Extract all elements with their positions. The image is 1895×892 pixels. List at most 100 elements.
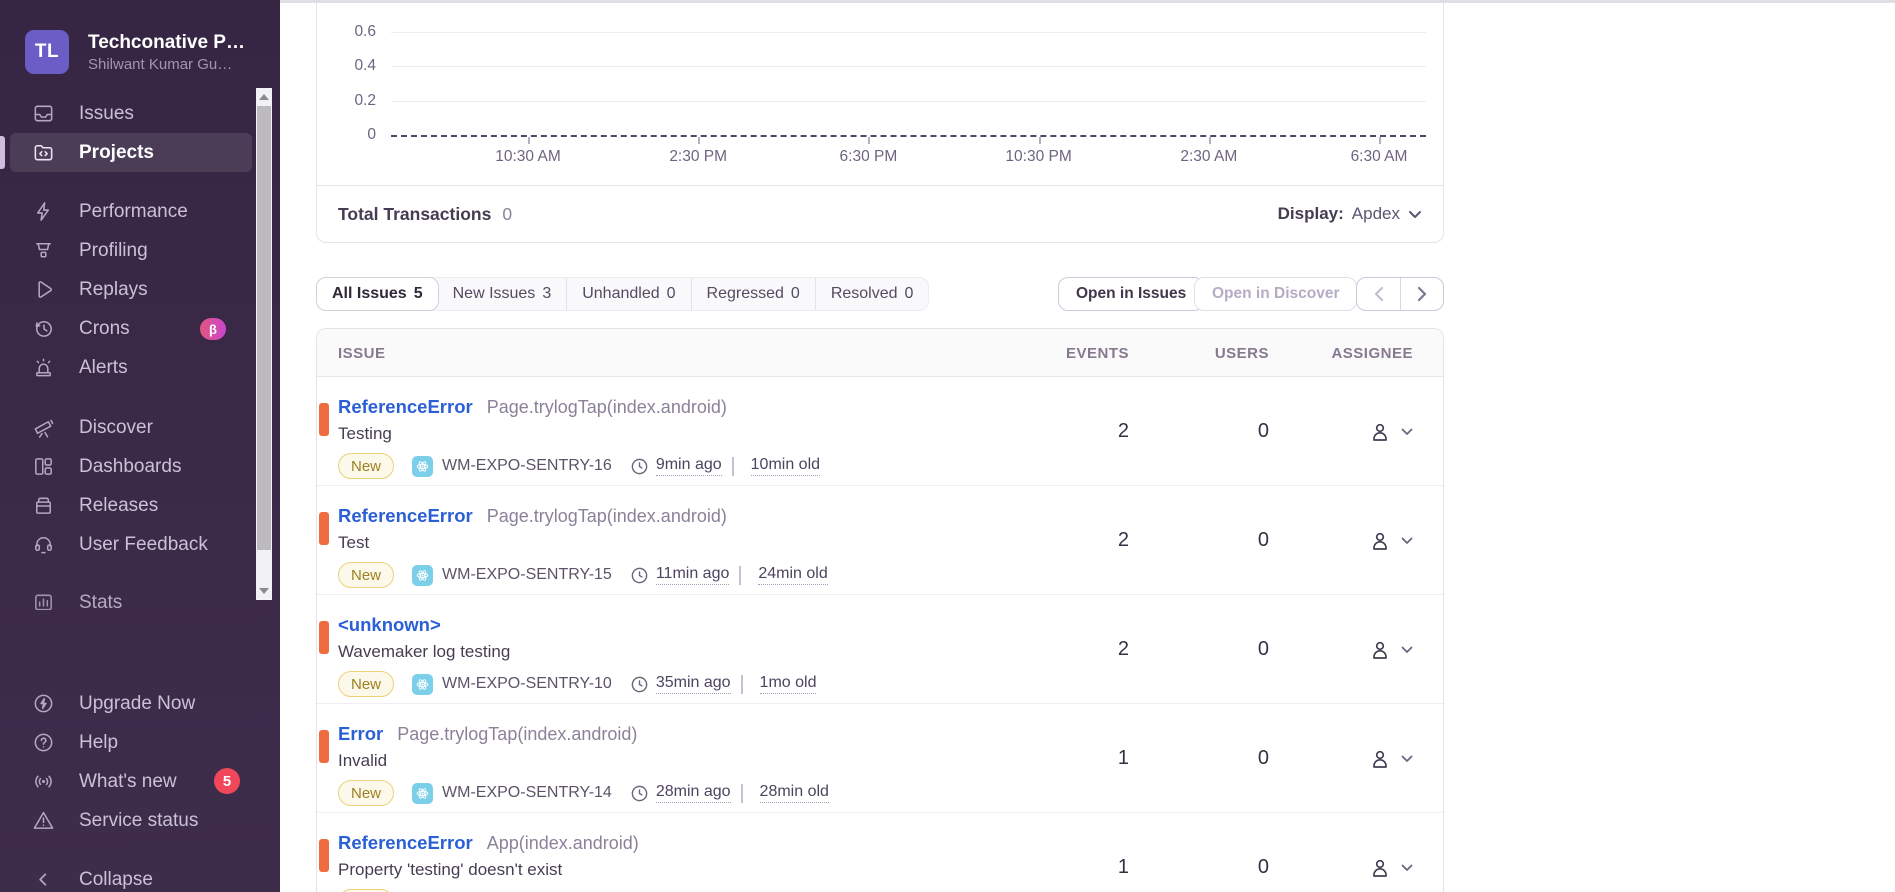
tab-count: 5: [414, 285, 423, 303]
assignee-button[interactable]: [1329, 813, 1413, 892]
column-header-issue: ISSUE: [338, 329, 386, 377]
scrollbar-down-button[interactable]: [256, 582, 272, 600]
status-tag-new: New: [338, 453, 394, 479]
sidebar-item-issues[interactable]: Issues: [0, 94, 280, 133]
open-in-issues-button[interactable]: Open in Issues: [1058, 277, 1204, 311]
sidebar-item-alerts[interactable]: Alerts: [0, 348, 280, 387]
tab-new-issues[interactable]: New Issues 3: [438, 278, 567, 310]
gridline: [391, 66, 1426, 67]
collapse-section: Collapse: [0, 860, 280, 892]
issue-row[interactable]: Error Page.trylogTap(index.android) Inva…: [317, 704, 1443, 813]
sidebar-item-upgrade-now[interactable]: Upgrade Now: [0, 684, 280, 723]
user-feedback-icon: [31, 533, 55, 557]
issue-title-link[interactable]: Error: [338, 723, 383, 745]
projects-icon: [31, 141, 55, 165]
open-in-discover-button[interactable]: Open in Discover: [1194, 277, 1357, 311]
tab-regressed[interactable]: Regressed 0: [691, 278, 815, 310]
app-window: TL Techconative P… Shilwant Kumar Gu… Is…: [0, 0, 1895, 892]
issue-title-link[interactable]: ReferenceError: [338, 832, 473, 854]
users-count: 0: [1189, 813, 1269, 892]
quick-start-panel[interactable]: 5 Quick Start 5 Remaining tasks: [0, 603, 280, 683]
issues-table: ISSUE EVENTS USERS ASSIGNEE ReferenceErr…: [316, 328, 1444, 892]
status-tag-new: New: [338, 671, 394, 697]
issue-row[interactable]: ReferenceError App(index.android) Proper…: [317, 813, 1443, 892]
issue-oldness[interactable]: 1mo old: [760, 674, 817, 694]
column-header-users: USERS: [1189, 329, 1269, 377]
sidebar-item-replays[interactable]: Replays: [0, 270, 280, 309]
project-icon: [412, 565, 433, 586]
next-page-button[interactable]: [1400, 278, 1443, 310]
issue-age[interactable]: 9min ago: [656, 456, 722, 476]
sidebar-item-label: Discover: [79, 417, 153, 439]
assignee-button[interactable]: [1329, 377, 1413, 486]
issue-title-link[interactable]: <unknown>: [338, 614, 441, 636]
tab-label: Unhandled: [582, 285, 659, 303]
sidebar-item-projects[interactable]: Projects: [10, 133, 252, 172]
nav-group-primary: Issues Projects: [0, 94, 280, 172]
y-axis-tick-label: 0.2: [317, 92, 376, 110]
upgrade-icon: [31, 692, 55, 716]
error-level-indicator: [319, 839, 329, 872]
scrollbar-thumb[interactable]: [257, 106, 271, 550]
issue-row[interactable]: ReferenceError Page.trylogTap(index.andr…: [317, 486, 1443, 595]
sidebar-item-whats-new[interactable]: What's new 5: [0, 762, 280, 801]
project-slug: WM-EXPO-SENTRY-16: [442, 457, 612, 475]
sidebar-item-service-status[interactable]: Service status: [0, 801, 280, 840]
scrollbar-up-button[interactable]: [256, 88, 272, 106]
project-icon: [412, 783, 433, 804]
sidebar-item-label: Projects: [79, 142, 154, 164]
previous-page-button[interactable]: [1357, 278, 1400, 310]
x-axis-tick: [868, 137, 870, 144]
sidebar-item-label: What's new: [79, 771, 177, 793]
issue-oldness[interactable]: 24min old: [758, 565, 827, 585]
y-axis-tick-label: 0.4: [317, 57, 376, 75]
sidebar-item-label: Issues: [79, 103, 134, 125]
tab-all-issues[interactable]: All Issues 5: [316, 277, 439, 311]
tab-label: New Issues: [453, 285, 536, 303]
sidebar-item-discover[interactable]: Discover: [0, 408, 280, 447]
issue-title-link[interactable]: ReferenceError: [338, 396, 473, 418]
assignee-button[interactable]: [1329, 486, 1413, 595]
events-count: 1: [1049, 704, 1129, 813]
sidebar-item-dashboards[interactable]: Dashboards: [0, 447, 280, 486]
assignee-button[interactable]: [1329, 704, 1413, 813]
issue-oldness[interactable]: 10min old: [751, 456, 820, 476]
issue-filter-tabs: All Issues 5 New Issues 3 Unhandled 0 Re…: [316, 277, 929, 311]
sidebar-item-releases[interactable]: Releases: [0, 486, 280, 525]
sidebar-item-label: Help: [79, 732, 118, 754]
tab-resolved[interactable]: Resolved 0: [815, 278, 929, 310]
sidebar-item-crons[interactable]: Crons β: [0, 309, 280, 348]
issue-oldness[interactable]: 28min old: [760, 783, 829, 803]
issue-age[interactable]: 35min ago: [656, 674, 731, 694]
total-transactions-value: 0: [502, 204, 512, 224]
whats-new-badge: 5: [214, 768, 240, 794]
org-switcher[interactable]: TL Techconative P… Shilwant Kumar Gu…: [25, 30, 245, 74]
pagination: [1356, 277, 1444, 311]
sidebar-item-performance[interactable]: Performance: [0, 192, 280, 231]
assignee-button[interactable]: [1329, 595, 1413, 704]
sidebar-item-label: Crons: [79, 318, 130, 340]
issue-row[interactable]: ReferenceError Page.trylogTap(index.andr…: [317, 377, 1443, 486]
org-user: Shilwant Kumar Gu…: [88, 55, 245, 74]
sidebar-item-label: Profiling: [79, 240, 148, 262]
issue-culprit: Page.trylogTap(index.android): [487, 506, 727, 527]
sidebar-scrollbar: [256, 88, 272, 600]
sidebar-item-user-feedback[interactable]: User Feedback: [0, 525, 280, 564]
issue-age[interactable]: 11min ago: [656, 565, 730, 585]
sidebar-item-label: Upgrade Now: [79, 693, 195, 715]
project-icon: [412, 456, 433, 477]
sidebar-item-help[interactable]: Help: [0, 723, 280, 762]
display-selector[interactable]: Display: Apdex: [1278, 204, 1422, 224]
issue-age[interactable]: 28min ago: [656, 783, 731, 803]
sidebar-item-profiling[interactable]: Profiling: [0, 231, 280, 270]
issue-subtitle: Testing: [338, 424, 820, 444]
issue-title-link[interactable]: ReferenceError: [338, 505, 473, 527]
sidebar-collapse-button[interactable]: Collapse: [0, 860, 280, 892]
clock-icon: [630, 566, 649, 585]
issue-row[interactable]: <unknown> Wavemaker log testing New WM-E…: [317, 595, 1443, 704]
beta-badge: β: [200, 318, 226, 340]
x-axis-tick-label: 2:30 PM: [638, 148, 758, 166]
tab-unhandled[interactable]: Unhandled 0: [566, 278, 690, 310]
tab-label: Resolved: [831, 285, 898, 303]
tab-count: 0: [791, 285, 800, 303]
